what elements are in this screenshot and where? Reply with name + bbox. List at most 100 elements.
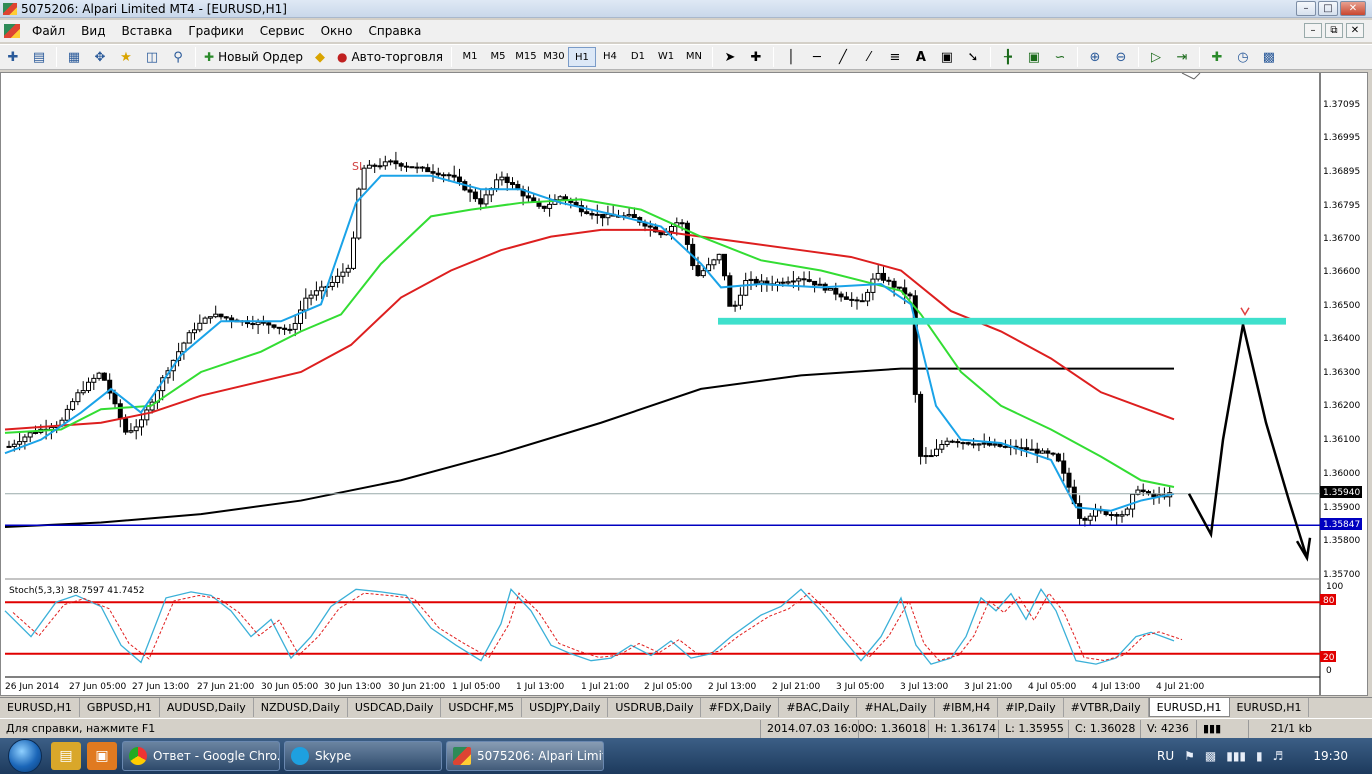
symbol-tab[interactable]: GBPUSD,H1 xyxy=(79,698,160,717)
symbol-tab[interactable]: #HAL,Daily xyxy=(857,698,935,717)
chart-shift-icon[interactable]: ⇥ xyxy=(1171,47,1193,67)
new-chart-icon[interactable]: ✚ xyxy=(2,47,24,67)
candle-bear xyxy=(541,205,547,209)
profiles-icon[interactable]: ▤ xyxy=(28,47,50,67)
text-label-icon[interactable]: ▣ xyxy=(936,47,958,67)
candle-bull xyxy=(414,166,420,169)
chart-minimize-button[interactable]: – xyxy=(1304,23,1322,38)
menu-window[interactable]: Окно xyxy=(313,24,361,38)
chrome-icon xyxy=(129,747,147,765)
chart-shift-marker[interactable] xyxy=(1181,73,1195,80)
metaeditor-icon[interactable]: ◆ xyxy=(309,47,331,67)
timeframe-mn[interactable]: MN xyxy=(680,47,708,67)
chart-shift-marker-2[interactable] xyxy=(1193,73,1201,80)
indicators-icon[interactable]: ✚ xyxy=(1206,47,1228,67)
symbol-tab[interactable]: USDRUB,Daily xyxy=(608,698,702,717)
symbol-tab[interactable]: #FDX,Daily xyxy=(701,698,780,717)
timeframe-m15[interactable]: M15 xyxy=(512,47,540,67)
vertical-line-icon[interactable]: │ xyxy=(780,47,802,67)
symbol-tab[interactable]: #BAC,Daily xyxy=(779,698,858,717)
menu-charts[interactable]: Графики xyxy=(180,24,251,38)
timeframe-w1[interactable]: W1 xyxy=(652,47,680,67)
line-price-label: 1.35847 xyxy=(1323,520,1360,530)
symbol-tab[interactable]: NZDUSD,Daily xyxy=(253,698,348,717)
menu-file[interactable]: Файл xyxy=(24,24,73,38)
start-button[interactable] xyxy=(8,739,42,773)
candle-bear xyxy=(372,164,378,167)
candlestick-icon[interactable]: ▣ xyxy=(1023,47,1045,67)
timeframe-d1[interactable]: D1 xyxy=(624,47,652,67)
symbol-tab[interactable]: EURUSD,H1 xyxy=(0,698,80,717)
taskbar-chrome[interactable]: Ответ - Google Chro... xyxy=(122,741,280,771)
navigator-icon[interactable]: ✥ xyxy=(89,47,111,67)
tray-network-icon[interactable]: ▩ xyxy=(1205,749,1216,763)
crosshair-icon[interactable]: ✚ xyxy=(745,47,767,67)
candle-bear xyxy=(117,403,123,420)
templates-icon[interactable]: ▩ xyxy=(1258,47,1280,67)
chart-restore-button[interactable]: ⧉ xyxy=(1325,23,1343,38)
new-order-button[interactable]: ✚ Новый Ордер xyxy=(200,47,307,67)
candle-bull xyxy=(743,279,749,296)
terminal-icon[interactable]: ◫ xyxy=(141,47,163,67)
taskbar-mt4[interactable]: 5075206: Alpari Limit... xyxy=(446,741,604,771)
candle-bear xyxy=(833,288,839,295)
symbol-tab[interactable]: #VTBR,Daily xyxy=(1063,698,1149,717)
text-tool-icon[interactable]: A xyxy=(910,47,932,67)
candle-bull xyxy=(11,443,17,447)
symbol-tab[interactable]: #IBM,H4 xyxy=(934,698,999,717)
candle-bull xyxy=(865,291,871,302)
horizontal-line-icon[interactable]: ─ xyxy=(806,47,828,67)
symbol-tab[interactable]: USDCHF,M5 xyxy=(441,698,523,717)
chart-canvas[interactable]: Stoch(5,3,3) 38.7597 41.7452 SL 1.37095 … xyxy=(1,73,1367,695)
zoom-in-icon[interactable]: ⊕ xyxy=(1084,47,1106,67)
symbol-tab[interactable]: EURUSD,H1 xyxy=(1229,698,1310,717)
pinned-app-icon[interactable]: ▣ xyxy=(87,742,117,770)
chart-window[interactable]: Stoch(5,3,3) 38.7597 41.7452 SL 1.37095 … xyxy=(0,72,1368,696)
line-chart-icon[interactable]: ∽ xyxy=(1049,47,1071,67)
zoom-out-icon[interactable]: ⊖ xyxy=(1110,47,1132,67)
taskbar-clock[interactable]: 19:30 xyxy=(1313,749,1348,763)
symbol-tab-active[interactable]: EURUSD,H1 xyxy=(1148,698,1230,717)
timeframe-h4[interactable]: H4 xyxy=(596,47,624,67)
tester-icon[interactable]: ⚲ xyxy=(167,47,189,67)
language-indicator[interactable]: RU xyxy=(1157,749,1174,763)
symbol-tab[interactable]: #IP,Daily xyxy=(998,698,1064,717)
arrows-tool-icon[interactable]: ➘ xyxy=(962,47,984,67)
explorer-icon[interactable]: ▤ xyxy=(51,742,81,770)
periods-icon[interactable]: ◷ xyxy=(1232,47,1254,67)
taskbar-skype[interactable]: Skype xyxy=(284,741,442,771)
tray-signal-icon[interactable]: ▮▮▮ xyxy=(1226,749,1246,763)
menu-help[interactable]: Справка xyxy=(361,24,430,38)
candle-bull xyxy=(255,321,261,326)
cursor-icon[interactable]: ➤ xyxy=(719,47,741,67)
market-watch-icon[interactable]: ▦ xyxy=(63,47,85,67)
candle-bull xyxy=(626,214,632,217)
menu-insert[interactable]: Вставка xyxy=(113,24,180,38)
candle-bear xyxy=(928,455,934,458)
auto-trading-button[interactable]: ● Авто-торговля xyxy=(333,47,447,67)
timeframe-h1[interactable]: H1 xyxy=(567,47,596,67)
timeframe-m30[interactable]: M30 xyxy=(540,47,568,67)
bar-chart-icon[interactable]: ╊ xyxy=(997,47,1019,67)
equidistant-channel-icon[interactable]: ⁄ xyxy=(858,47,880,67)
close-button[interactable]: ✕ xyxy=(1340,1,1366,16)
autoscroll-icon[interactable]: ▷ xyxy=(1145,47,1167,67)
candle-bear xyxy=(276,326,282,329)
symbol-tab[interactable]: AUDUSD,Daily xyxy=(159,698,254,717)
fibonacci-icon[interactable]: ≡ xyxy=(884,47,906,67)
favorites-icon[interactable]: ★ xyxy=(115,47,137,67)
menu-tools[interactable]: Сервис xyxy=(252,24,313,38)
timeframe-m5[interactable]: M5 xyxy=(484,47,512,67)
symbol-tab[interactable]: USDJPY,Daily xyxy=(522,698,609,717)
chart-close-button[interactable]: ✕ xyxy=(1346,23,1364,38)
maximize-button[interactable]: □ xyxy=(1318,1,1338,16)
candle-bear xyxy=(510,182,515,185)
timeframe-m1[interactable]: M1 xyxy=(456,47,484,67)
minimize-button[interactable]: – xyxy=(1296,1,1316,16)
trendline-icon[interactable]: ╱ xyxy=(832,47,854,67)
tray-battery-icon[interactable]: ▮ xyxy=(1256,749,1263,763)
menu-view[interactable]: Вид xyxy=(73,24,113,38)
symbol-tab[interactable]: USDCAD,Daily xyxy=(347,698,442,717)
tray-volume-icon[interactable]: ♬ xyxy=(1273,749,1284,763)
tray-flag-icon[interactable]: ⚑ xyxy=(1184,749,1195,763)
